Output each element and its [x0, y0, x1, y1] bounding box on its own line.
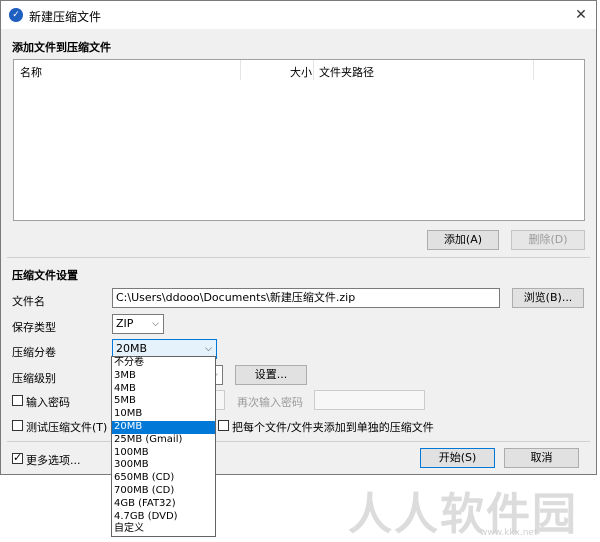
chevron-down-icon: ⌵	[152, 319, 159, 329]
watermark-logo: 人人软件园	[348, 489, 578, 540]
window-title: 新建压缩文件	[29, 10, 102, 24]
split-option[interactable]: 4MB	[112, 383, 215, 396]
cancel-button[interactable]: 取消	[504, 448, 579, 468]
split-option[interactable]: 自定义	[112, 523, 215, 536]
new-archive-dialog: ✓ 新建压缩文件 ✕ 添加文件到压缩文件 名称 大小 文件夹路径 添加(A) 删…	[0, 0, 597, 475]
test-archive-checkbox[interactable]	[12, 420, 23, 431]
archive-settings-section-title: 压缩文件设置	[12, 269, 78, 282]
split-volume-label: 压缩分卷	[12, 346, 56, 359]
split-option[interactable]: 20MB	[112, 420, 215, 434]
filename-label: 文件名	[12, 295, 45, 308]
column-divider	[240, 60, 241, 80]
split-option[interactable]: 650MB (CD)	[112, 472, 215, 485]
section-divider	[7, 257, 590, 258]
split-option[interactable]: 不分卷	[112, 357, 215, 370]
file-list-header: 名称 大小 文件夹路径	[14, 60, 584, 80]
repeat-password-input[interactable]	[314, 390, 425, 410]
split-option[interactable]: 4GB (FAT32)	[112, 498, 215, 511]
add-files-section-title: 添加文件到压缩文件	[12, 41, 111, 54]
split-option[interactable]: 100MB	[112, 447, 215, 460]
split-volume-value: 20MB	[116, 342, 148, 355]
compression-level-label: 压缩级别	[12, 372, 56, 385]
split-option[interactable]: 5MB	[112, 395, 215, 408]
filename-input[interactable]: C:\Users\ddooo\Documents\新建压缩文件.zip	[112, 288, 500, 308]
repeat-password-label: 再次输入密码	[237, 396, 303, 409]
separate-archives-checkbox[interactable]	[218, 420, 229, 431]
save-type-select[interactable]: ZIP ⌵	[112, 314, 164, 334]
save-type-label: 保存类型	[12, 321, 56, 334]
app-logo-icon: ✓	[9, 8, 23, 22]
column-divider	[533, 60, 534, 80]
more-options-label[interactable]: 更多选项...	[26, 452, 81, 468]
close-button[interactable]: ✕	[566, 1, 596, 29]
split-option[interactable]: 4.7GB (DVD)	[112, 511, 215, 524]
title-bar: ✓ 新建压缩文件 ✕	[1, 1, 596, 29]
settings-button[interactable]: 设置...	[235, 365, 307, 385]
password-label: 输入密码	[26, 396, 70, 409]
browse-button[interactable]: 浏览(B)...	[512, 288, 584, 308]
test-archive-label: 测试压缩文件(T)	[26, 421, 108, 434]
split-option[interactable]: 300MB	[112, 459, 215, 472]
split-volume-dropdown-list[interactable]: 不分卷 3MB 4MB 5MB 10MB 20MB 25MB (Gmail) 100MB 300…	[111, 356, 216, 537]
file-list[interactable]: 名称 大小 文件夹路径	[13, 59, 585, 221]
add-button[interactable]: 添加(A)	[427, 230, 499, 250]
split-option[interactable]: 3MB	[112, 370, 215, 383]
separate-archives-label: 把每个文件/文件夹添加到单独的压缩文件	[232, 421, 434, 434]
watermark-url: www.kkx.net	[480, 528, 538, 538]
column-divider	[313, 60, 314, 80]
more-options-checkbox[interactable]	[12, 451, 23, 464]
footer-divider	[7, 441, 590, 442]
split-option[interactable]: 10MB	[112, 408, 215, 421]
column-folder-path[interactable]: 文件夹路径	[319, 64, 374, 80]
split-option[interactable]: 700MB (CD)	[112, 485, 215, 498]
split-option[interactable]: 25MB (Gmail)	[112, 434, 215, 447]
save-type-value: ZIP	[116, 317, 134, 330]
column-size[interactable]: 大小	[290, 64, 312, 80]
delete-button[interactable]: 删除(D)	[511, 230, 585, 250]
column-name[interactable]: 名称	[20, 64, 42, 80]
password-checkbox[interactable]	[12, 395, 23, 406]
start-button[interactable]: 开始(S)	[420, 448, 495, 468]
